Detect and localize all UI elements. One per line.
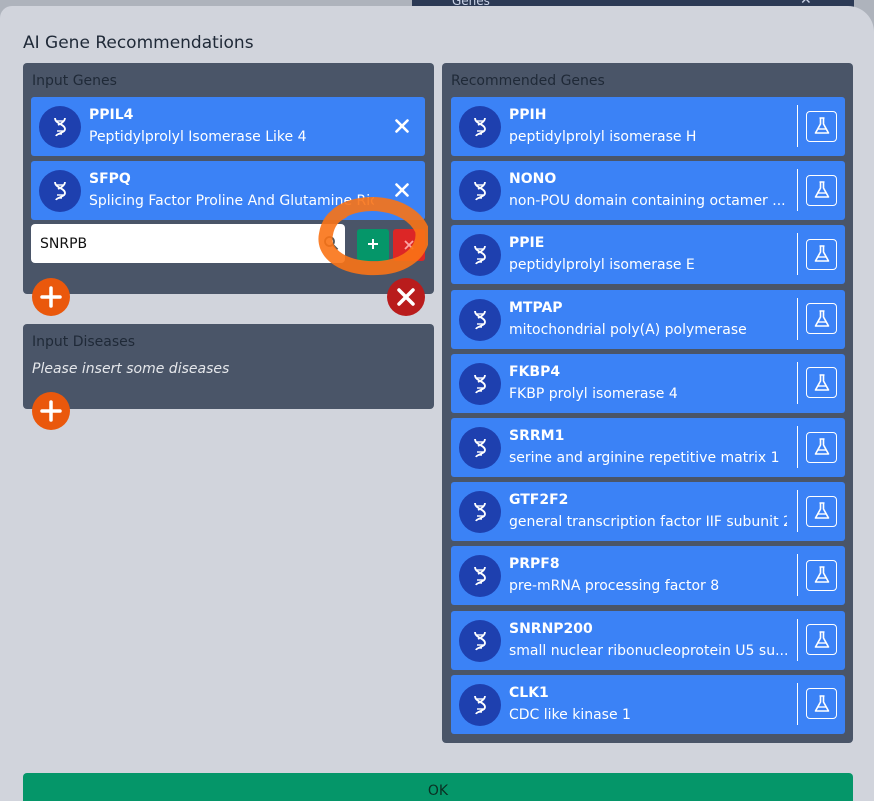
- gene-search-input[interactable]: [31, 224, 321, 263]
- gene-symbol: NONO: [509, 171, 557, 188]
- recommended-gene-card[interactable]: FKBP4 FKBP prolyl isomerase 4: [451, 353, 845, 413]
- gene-symbol: SNRNP200: [509, 620, 593, 637]
- clear-genes-button[interactable]: [387, 278, 425, 316]
- gene-name: serine and arginine repetitive matrix 1: [509, 450, 780, 466]
- modal-title: AI Gene Recommendations: [23, 33, 254, 53]
- gene-symbol: CLK1: [509, 684, 549, 701]
- flask-icon[interactable]: [806, 174, 837, 206]
- gene-name: general transcription factor IIF subunit…: [509, 514, 787, 531]
- dna-icon: [459, 491, 501, 534]
- dna-icon: [459, 555, 501, 598]
- dna-icon: [39, 170, 81, 212]
- gene-name: non-POU domain containing octamer ...: [509, 193, 786, 210]
- gene-name: Peptidylprolyl Isomerase Like 4: [89, 129, 307, 145]
- ok-button[interactable]: OK: [23, 773, 853, 801]
- gene-recommendations-modal: AI Gene Recommendations Input Genes PPIL…: [0, 6, 874, 801]
- gene-name: peptidylprolyl isomerase E: [509, 257, 695, 274]
- recommended-gene-card[interactable]: PRPF8 pre-mRNA processing factor 8: [451, 546, 845, 606]
- add-disease-button[interactable]: [32, 392, 70, 430]
- recommended-gene-card[interactable]: GTF2F2 general transcription factor IIF s…: [451, 482, 845, 542]
- diseases-empty-hint: Please insert some diseases: [32, 361, 230, 377]
- gene-symbol: MTPAP: [509, 299, 563, 316]
- gene-symbol: PRPF8: [509, 556, 560, 573]
- input-diseases-panel: Input Diseases Please insert some diseas…: [23, 324, 434, 409]
- dna-icon: [459, 106, 501, 148]
- close-icon: [403, 236, 415, 255]
- remove-gene-close-icon[interactable]: [391, 179, 413, 201]
- dna-icon: [459, 427, 501, 469]
- flask-button-wrap: [797, 618, 845, 661]
- flask-icon[interactable]: [806, 559, 837, 591]
- flask-button-wrap: [797, 169, 845, 212]
- input-gene-card[interactable]: PPIL4 Peptidylprolyl Isomerase Like 4: [31, 97, 425, 156]
- recommended-gene-card[interactable]: MTPAP mitochondrial poly(A) polymerase: [451, 289, 845, 349]
- gene-symbol: SFPQ: [89, 171, 131, 187]
- dna-icon: [459, 619, 501, 662]
- plus-icon: [40, 286, 62, 308]
- dna-icon: [39, 106, 81, 148]
- gene-name: peptidylprolyl isomerase H: [509, 129, 697, 145]
- recommended-gene-card[interactable]: PPIE peptidylprolyl isomerase E: [451, 225, 845, 285]
- confirm-add-gene-button[interactable]: [357, 229, 389, 261]
- close-icon: [397, 288, 415, 306]
- dna-icon: [459, 170, 501, 213]
- flask-icon[interactable]: [806, 688, 837, 720]
- gene-search-box: [31, 224, 345, 263]
- input-gene-card[interactable]: SFPQ Splicing Factor Proline And Glutamin…: [31, 161, 425, 220]
- flask-button-wrap: [797, 297, 845, 340]
- gene-name: FKBP prolyl isomerase 4: [509, 385, 678, 402]
- gene-symbol: SRRM1: [509, 428, 565, 444]
- gene-name: CDC like kinase 1: [509, 706, 631, 723]
- dna-icon: [459, 298, 501, 341]
- input-genes-panel: Input Genes PPIL4 Peptidylprolyl Isomeras…: [23, 63, 434, 294]
- gene-symbol: PPIE: [509, 235, 545, 252]
- gene-symbol: PPIL4: [89, 107, 134, 123]
- gene-name: mitochondrial poly(A) polymerase: [509, 321, 747, 338]
- plus-icon: [366, 236, 380, 255]
- flask-icon[interactable]: [806, 495, 837, 527]
- recommended-genes-panel: Recommended Genes PPIH peptidylprolyl iso…: [442, 63, 853, 743]
- flask-button-wrap: [797, 490, 845, 533]
- input-genes-title: Input Genes: [32, 73, 117, 89]
- plus-icon: [40, 400, 62, 422]
- recommended-gene-card[interactable]: SRRM1 serine and arginine repetitive matr…: [451, 418, 845, 477]
- remove-gene-close-icon[interactable]: [391, 115, 413, 137]
- recommended-gene-card[interactable]: CLK1 CDC like kinase 1: [451, 674, 845, 734]
- flask-button-wrap: [797, 233, 845, 276]
- gene-name: Splicing Factor Proline And Glutamine Ri…: [89, 193, 374, 209]
- flask-icon[interactable]: [806, 110, 837, 142]
- recommended-gene-card[interactable]: NONO non-POU domain containing octamer ..…: [451, 161, 845, 221]
- dna-icon: [459, 362, 501, 405]
- flask-button-wrap: [797, 682, 845, 725]
- flask-icon[interactable]: [806, 431, 837, 463]
- gene-symbol: PPIH: [509, 107, 547, 123]
- gene-name: pre-mRNA processing factor 8: [509, 578, 720, 595]
- recommended-genes-title: Recommended Genes: [451, 73, 605, 89]
- flask-button-wrap: [797, 105, 845, 147]
- flask-button-wrap: [797, 554, 845, 597]
- recommended-gene-card[interactable]: SNRNP200 small nuclear ribonucleoprotein …: [451, 610, 845, 670]
- dna-icon: [459, 683, 501, 726]
- flask-icon[interactable]: [806, 624, 837, 656]
- input-diseases-title: Input Diseases: [32, 334, 136, 350]
- recommended-gene-card[interactable]: PPIH peptidylprolyl isomerase H: [451, 97, 845, 156]
- flask-icon[interactable]: [806, 367, 837, 399]
- gene-name: small nuclear ribonucleoprotein U5 su...: [509, 642, 787, 659]
- gene-symbol: FKBP4: [509, 363, 561, 380]
- gene-symbol: GTF2F2: [509, 492, 569, 509]
- cancel-add-gene-button[interactable]: [393, 229, 425, 261]
- flask-button-wrap: [797, 361, 845, 404]
- dna-icon: [459, 234, 501, 277]
- flask-icon[interactable]: [806, 238, 837, 270]
- search-icon[interactable]: [323, 235, 339, 255]
- add-gene-button[interactable]: [32, 278, 70, 316]
- flask-icon[interactable]: [806, 303, 837, 335]
- flask-button-wrap: [797, 426, 845, 468]
